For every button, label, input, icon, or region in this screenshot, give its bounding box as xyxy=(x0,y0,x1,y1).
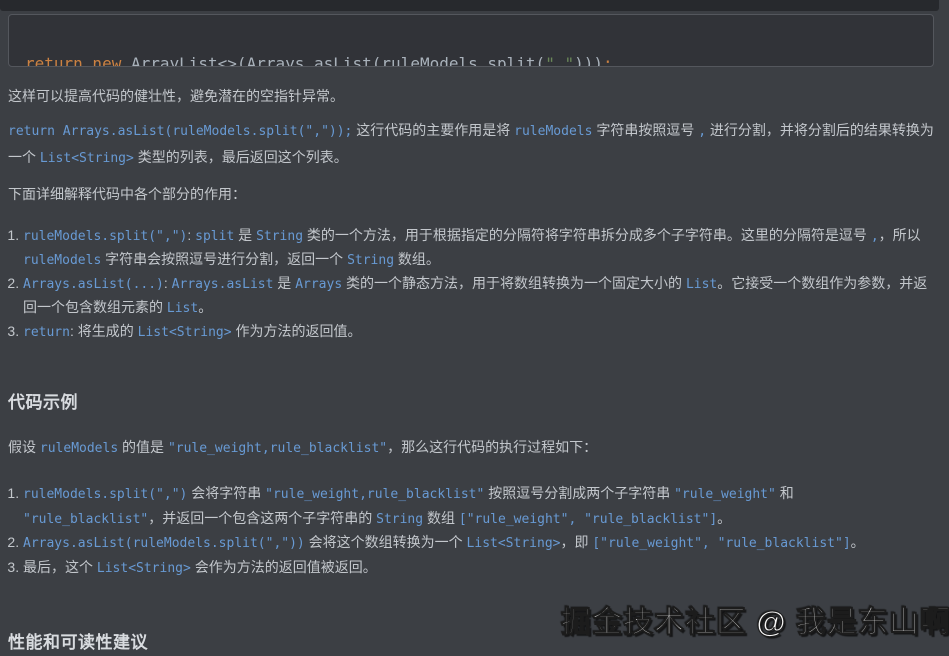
list-item: 最后，这个 List<String> 会作为方法的返回值被返回。 xyxy=(23,556,934,581)
list-item: ruleModels.split(",") 会将字符串 "rule_weight… xyxy=(23,482,934,531)
paragraph-robustness: 这样可以提高代码的健壮性，避免潜在的空指针异常。 xyxy=(8,86,934,107)
code-segment: List<String> xyxy=(467,536,561,551)
text-segment: : xyxy=(164,275,172,291)
text-segment: ，那么这行代码的执行过程如下： xyxy=(387,439,597,455)
code-segment: ArrayList<>(Arrays.asList(ruleModels.spl… xyxy=(131,54,545,67)
watermark: 掘金技术社区 @ 我是东山啊668 xyxy=(561,597,949,641)
text-segment: 和 xyxy=(776,485,794,501)
example-steps-list: ruleModels.split(",") 会将字符串 "rule_weight… xyxy=(8,482,934,580)
code-segment: split xyxy=(195,229,234,244)
code-segment: return new xyxy=(25,54,131,67)
text-segment: ，并返回一个包含这两个子字符串的 xyxy=(148,510,376,526)
code-segment: ; xyxy=(603,54,613,67)
code-segment: List xyxy=(686,277,717,292)
code-segment: List<String> xyxy=(138,325,232,340)
text-segment: 是 xyxy=(234,227,256,243)
code-segment: "rule_weight" xyxy=(674,487,776,502)
text-segment: 字符串按照逗号 xyxy=(592,122,698,138)
code-segment: ruleModels xyxy=(23,253,101,268)
list-item: ruleModels.split(","): split 是 String 类的… xyxy=(23,224,934,272)
text-segment: 的值是 xyxy=(118,439,168,455)
code-segment: ruleModels.split(",") xyxy=(23,487,187,502)
code-segment: String xyxy=(347,253,394,268)
code-segment: , xyxy=(871,229,879,244)
text-segment: : 将生成的 xyxy=(70,323,138,339)
text-segment: 类的一个方法，用于根据指定的分隔符将字符串拆分成多个子字符串。这里的分隔符是逗号 xyxy=(303,227,871,243)
code-segment: ruleModels xyxy=(40,441,118,456)
list-item: Arrays.asList(...): Arrays.asList 是 Arra… xyxy=(23,272,934,320)
text-segment: 类型的列表，最后返回这个列表。 xyxy=(134,149,348,165)
heading-code-example: 代码示例 xyxy=(8,388,934,413)
text-segment: 下面详细解释代码中各个部分的作用： xyxy=(8,186,246,202)
text-segment: 假设 xyxy=(8,439,40,455)
text-segment: ，所以 xyxy=(879,227,921,243)
list-item: return: 将生成的 List<String> 作为方法的返回值。 xyxy=(23,320,934,344)
explanation-list: ruleModels.split(","): split 是 String 类的… xyxy=(8,224,934,344)
paragraph-lead-in: 下面详细解释代码中各个部分的作用： xyxy=(8,184,934,205)
text-segment: 最后，这个 xyxy=(23,559,97,575)
code-segment: Arrays.asList xyxy=(172,277,274,292)
text-segment: 按照逗号分割成两个子字符串 xyxy=(484,485,674,501)
code-segment: ruleModels.split(",") xyxy=(23,229,187,244)
text-segment: 会作为方法的返回值被返回。 xyxy=(191,559,377,575)
paragraph-assumption: 假设 ruleModels 的值是 "rule_weight,rule_blac… xyxy=(8,437,934,459)
text-segment: 数组。 xyxy=(394,251,440,267)
code-segment: "rule_blacklist" xyxy=(23,512,148,527)
code-segment: Arrays xyxy=(295,277,342,292)
code-block: return new ArrayList<>(Arrays.asList(rul… xyxy=(8,14,934,67)
text-segment: ，即 xyxy=(560,534,592,550)
code-segment: List xyxy=(167,301,198,316)
text-segment: 字符串会按照逗号进行分割，返回一个 xyxy=(101,251,347,267)
text-segment: 。 xyxy=(717,510,731,526)
code-segment: String xyxy=(256,229,303,244)
paragraph-code-explanation: return Arrays.asList(ruleModels.split(",… xyxy=(8,118,934,171)
code-segment: , xyxy=(698,124,706,139)
code-segment: String xyxy=(376,512,423,527)
list-item: Arrays.asList(ruleModels.split(",")) 会将这… xyxy=(23,531,934,556)
code-segment: Arrays.asList(...) xyxy=(23,277,164,292)
text-segment: 会将字符串 xyxy=(187,485,265,501)
text-segment: 会将这个数组转换为一个 xyxy=(305,534,467,550)
code-segment: Arrays.asList(ruleModels.split(",")) xyxy=(23,536,305,551)
previous-code-block-edge xyxy=(0,0,939,11)
code-segment: ["rule_weight", "rule_blacklist"] xyxy=(459,512,717,527)
code-segment: ))) xyxy=(574,54,603,67)
text-segment: : xyxy=(187,227,195,243)
code-segment: "," xyxy=(545,54,574,67)
code-segment: return xyxy=(23,325,70,340)
code-segment: return Arrays.asList(ruleModels.split(",… xyxy=(8,124,352,139)
code-segment: "rule_weight,rule_blacklist" xyxy=(265,487,484,502)
text-segment: 是 xyxy=(273,275,295,291)
code-segment: List<String> xyxy=(97,561,191,576)
code-line: return new ArrayList<>(Arrays.asList(rul… xyxy=(25,54,917,67)
article-body: 这样可以提高代码的健壮性，避免潜在的空指针异常。 return Arrays.a… xyxy=(8,86,934,656)
text-segment: 这行代码的主要作用是将 xyxy=(352,122,514,138)
text-segment: 。 xyxy=(851,534,865,550)
text-segment: 。 xyxy=(198,299,212,315)
text-segment: 作为方法的返回值。 xyxy=(232,323,362,339)
code-segment: ["rule_weight", "rule_blacklist"] xyxy=(592,536,850,551)
code-segment: List<String> xyxy=(40,151,134,166)
text-segment: 这样可以提高代码的健壮性，避免潜在的空指针异常。 xyxy=(8,88,344,104)
code-segment: "rule_weight,rule_blacklist" xyxy=(168,441,387,456)
text-segment: 类的一个静态方法，用于将数组转换为一个固定大小的 xyxy=(342,275,686,291)
text-segment: 数组 xyxy=(423,510,459,526)
code-segment: ruleModels xyxy=(514,124,592,139)
